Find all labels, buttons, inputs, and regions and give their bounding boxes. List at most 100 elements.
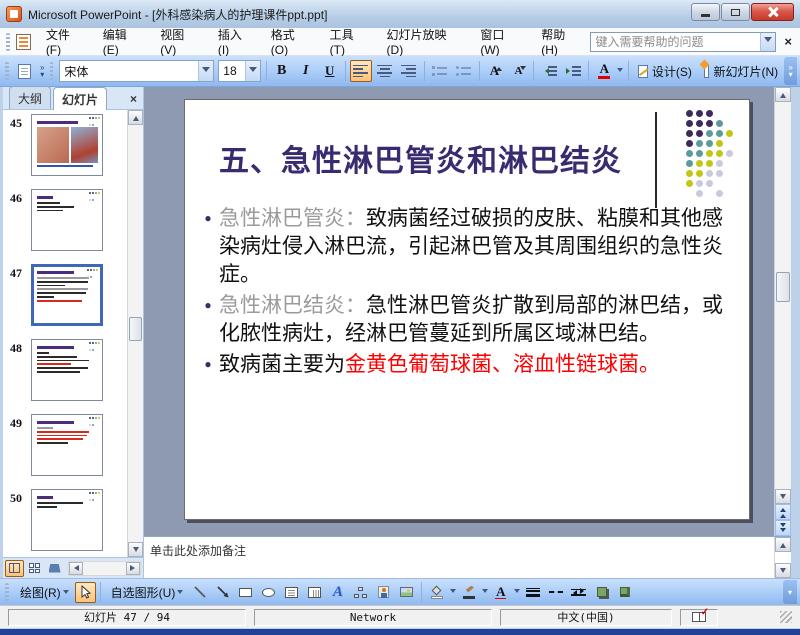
- language-indicator[interactable]: 中文(中国): [500, 608, 672, 626]
- next-slide-button[interactable]: [775, 520, 791, 536]
- close-button[interactable]: [751, 3, 794, 21]
- fill-color-button[interactable]: [426, 582, 447, 603]
- font-color-button[interactable]: A: [593, 60, 615, 82]
- toolbar-overflow-button[interactable]: » ▾: [784, 57, 798, 85]
- slide-design-button[interactable]: 设计(S): [633, 60, 697, 82]
- numbered-list-button[interactable]: [429, 60, 451, 82]
- text-box-button[interactable]: [281, 582, 302, 603]
- tab-outline[interactable]: 大纲: [9, 86, 52, 109]
- scroll-down-button[interactable]: [128, 542, 143, 557]
- spelling-status[interactable]: ✓: [680, 607, 718, 626]
- rectangle-button[interactable]: [235, 582, 256, 603]
- slide-editor-area[interactable]: 五、急性淋巴管炎和淋巴结炎 ● 急性淋巴管炎：致病菌经过破损的皮肤、粘膜和其他感…: [144, 87, 774, 536]
- slide-thumbnail[interactable]: 50: [3, 489, 127, 557]
- scroll-down-button[interactable]: [775, 563, 791, 578]
- oval-button[interactable]: [258, 582, 279, 603]
- editor-scrollbar[interactable]: [774, 87, 791, 536]
- toolbar-options-button[interactable]: » ▾: [37, 58, 48, 84]
- font-name-dropdown[interactable]: [198, 61, 214, 81]
- help-search-box[interactable]: 键入需要帮助的问题: [590, 31, 777, 52]
- slide-thumbnail[interactable]: 48: [3, 339, 127, 414]
- font-size-dropdown[interactable]: [244, 61, 260, 81]
- arrow-button[interactable]: [212, 582, 233, 603]
- thumbnail-slide[interactable]: [31, 189, 103, 251]
- thumbnails-scrollbar[interactable]: [127, 110, 143, 557]
- thumbnail-slide-selected[interactable]: [31, 264, 103, 326]
- increase-indent-button[interactable]: [562, 60, 584, 82]
- scroll-left-button[interactable]: [69, 561, 83, 575]
- scroll-up-button[interactable]: [775, 537, 791, 552]
- align-right-button[interactable]: [398, 60, 420, 82]
- document-icon[interactable]: [15, 33, 31, 50]
- slide-canvas[interactable]: 五、急性淋巴管炎和淋巴结炎 ● 急性淋巴管炎：致病菌经过破损的皮肤、粘膜和其他感…: [184, 99, 750, 520]
- line-color-dropdown[interactable]: [480, 581, 489, 603]
- toolbar-grip[interactable]: [5, 583, 9, 601]
- resize-grip[interactable]: [780, 611, 792, 623]
- slide-thumbnail[interactable]: 49: [3, 414, 127, 489]
- scroll-track[interactable]: [128, 125, 143, 542]
- minimize-button[interactable]: [691, 3, 720, 21]
- align-center-button[interactable]: [374, 60, 396, 82]
- scroll-thumb[interactable]: [776, 272, 790, 303]
- slide-body-text[interactable]: ● 急性淋巴管炎：致病菌经过破损的皮肤、粘膜和其他感染病灶侵入淋巴流，引起淋巴管…: [197, 204, 723, 378]
- line-style-button[interactable]: [522, 582, 543, 603]
- slideshow-view-button[interactable]: [45, 560, 64, 577]
- toolbar-grip[interactable]: [6, 32, 10, 51]
- 3d-style-button[interactable]: [614, 582, 635, 603]
- vertical-text-box-button[interactable]: [304, 582, 325, 603]
- decrease-indent-button[interactable]: [538, 60, 560, 82]
- wordart-button[interactable]: A: [327, 582, 348, 603]
- dash-style-button[interactable]: [545, 582, 566, 603]
- toolbar-grip[interactable]: [5, 62, 9, 80]
- new-slide-button[interactable]: 新幻灯片(N): [699, 60, 783, 82]
- font-color-button[interactable]: A: [490, 582, 511, 603]
- scroll-up-button[interactable]: [775, 87, 791, 102]
- insert-picture-button[interactable]: [396, 582, 417, 603]
- scroll-down-button[interactable]: [775, 489, 791, 504]
- font-color-dropdown[interactable]: [616, 60, 624, 82]
- underline-button[interactable]: U: [319, 60, 341, 82]
- new-file-button[interactable]: [14, 60, 36, 82]
- previous-slide-button[interactable]: [775, 504, 791, 520]
- italic-button[interactable]: I: [295, 60, 317, 82]
- shadow-style-button[interactable]: [591, 582, 612, 603]
- autoshapes-menu-button[interactable]: 自选图形(U): [105, 582, 188, 603]
- slide-thumbnail[interactable]: 47: [3, 264, 127, 339]
- slide-title[interactable]: 五、急性淋巴管炎和淋巴结炎: [219, 136, 719, 180]
- notes-placeholder[interactable]: 单击此处添加备注: [144, 537, 774, 578]
- tab-slides[interactable]: 幻灯片: [53, 87, 108, 110]
- slide-thumbnail[interactable]: 45: [3, 114, 127, 189]
- scroll-up-button[interactable]: [128, 110, 143, 125]
- help-dropdown-button[interactable]: [760, 32, 776, 51]
- arrow-style-button[interactable]: [568, 582, 589, 603]
- document-close-button[interactable]: ×: [784, 34, 792, 49]
- bold-button[interactable]: B: [271, 60, 293, 82]
- font-name-combobox[interactable]: 宋体: [59, 60, 215, 82]
- thumbnail-slide[interactable]: [31, 489, 103, 551]
- scroll-right-button[interactable]: [126, 561, 140, 575]
- draw-menu-button[interactable]: 绘图(R): [14, 582, 73, 603]
- clip-art-button[interactable]: [373, 582, 394, 603]
- thumbnail-slide[interactable]: [31, 414, 103, 476]
- increase-font-size-button[interactable]: A: [483, 60, 505, 82]
- maximize-button[interactable]: [721, 3, 750, 21]
- diagram-button[interactable]: [350, 582, 371, 603]
- thumbnail-slide[interactable]: [31, 114, 103, 176]
- slide-thumbnail[interactable]: 46: [3, 189, 127, 264]
- thumbnail-slide[interactable]: [31, 339, 103, 401]
- fill-color-dropdown[interactable]: [448, 581, 457, 603]
- notes-scrollbar[interactable]: [774, 537, 791, 578]
- line-color-button[interactable]: [458, 582, 479, 603]
- scroll-thumb[interactable]: [129, 316, 142, 341]
- slide-sorter-view-button[interactable]: [25, 560, 44, 577]
- bulleted-list-button[interactable]: [453, 60, 475, 82]
- decrease-font-size-button[interactable]: A: [507, 60, 529, 82]
- scroll-track[interactable]: [775, 102, 791, 489]
- select-objects-button[interactable]: [74, 581, 96, 603]
- horizontal-scrollbar[interactable]: [68, 560, 141, 576]
- toolbar-grip[interactable]: [49, 62, 54, 80]
- pane-close-button[interactable]: ×: [126, 92, 141, 106]
- align-left-button[interactable]: [349, 60, 372, 82]
- toolbar-overflow-button[interactable]: ▾: [783, 580, 797, 604]
- normal-view-button[interactable]: [5, 559, 24, 577]
